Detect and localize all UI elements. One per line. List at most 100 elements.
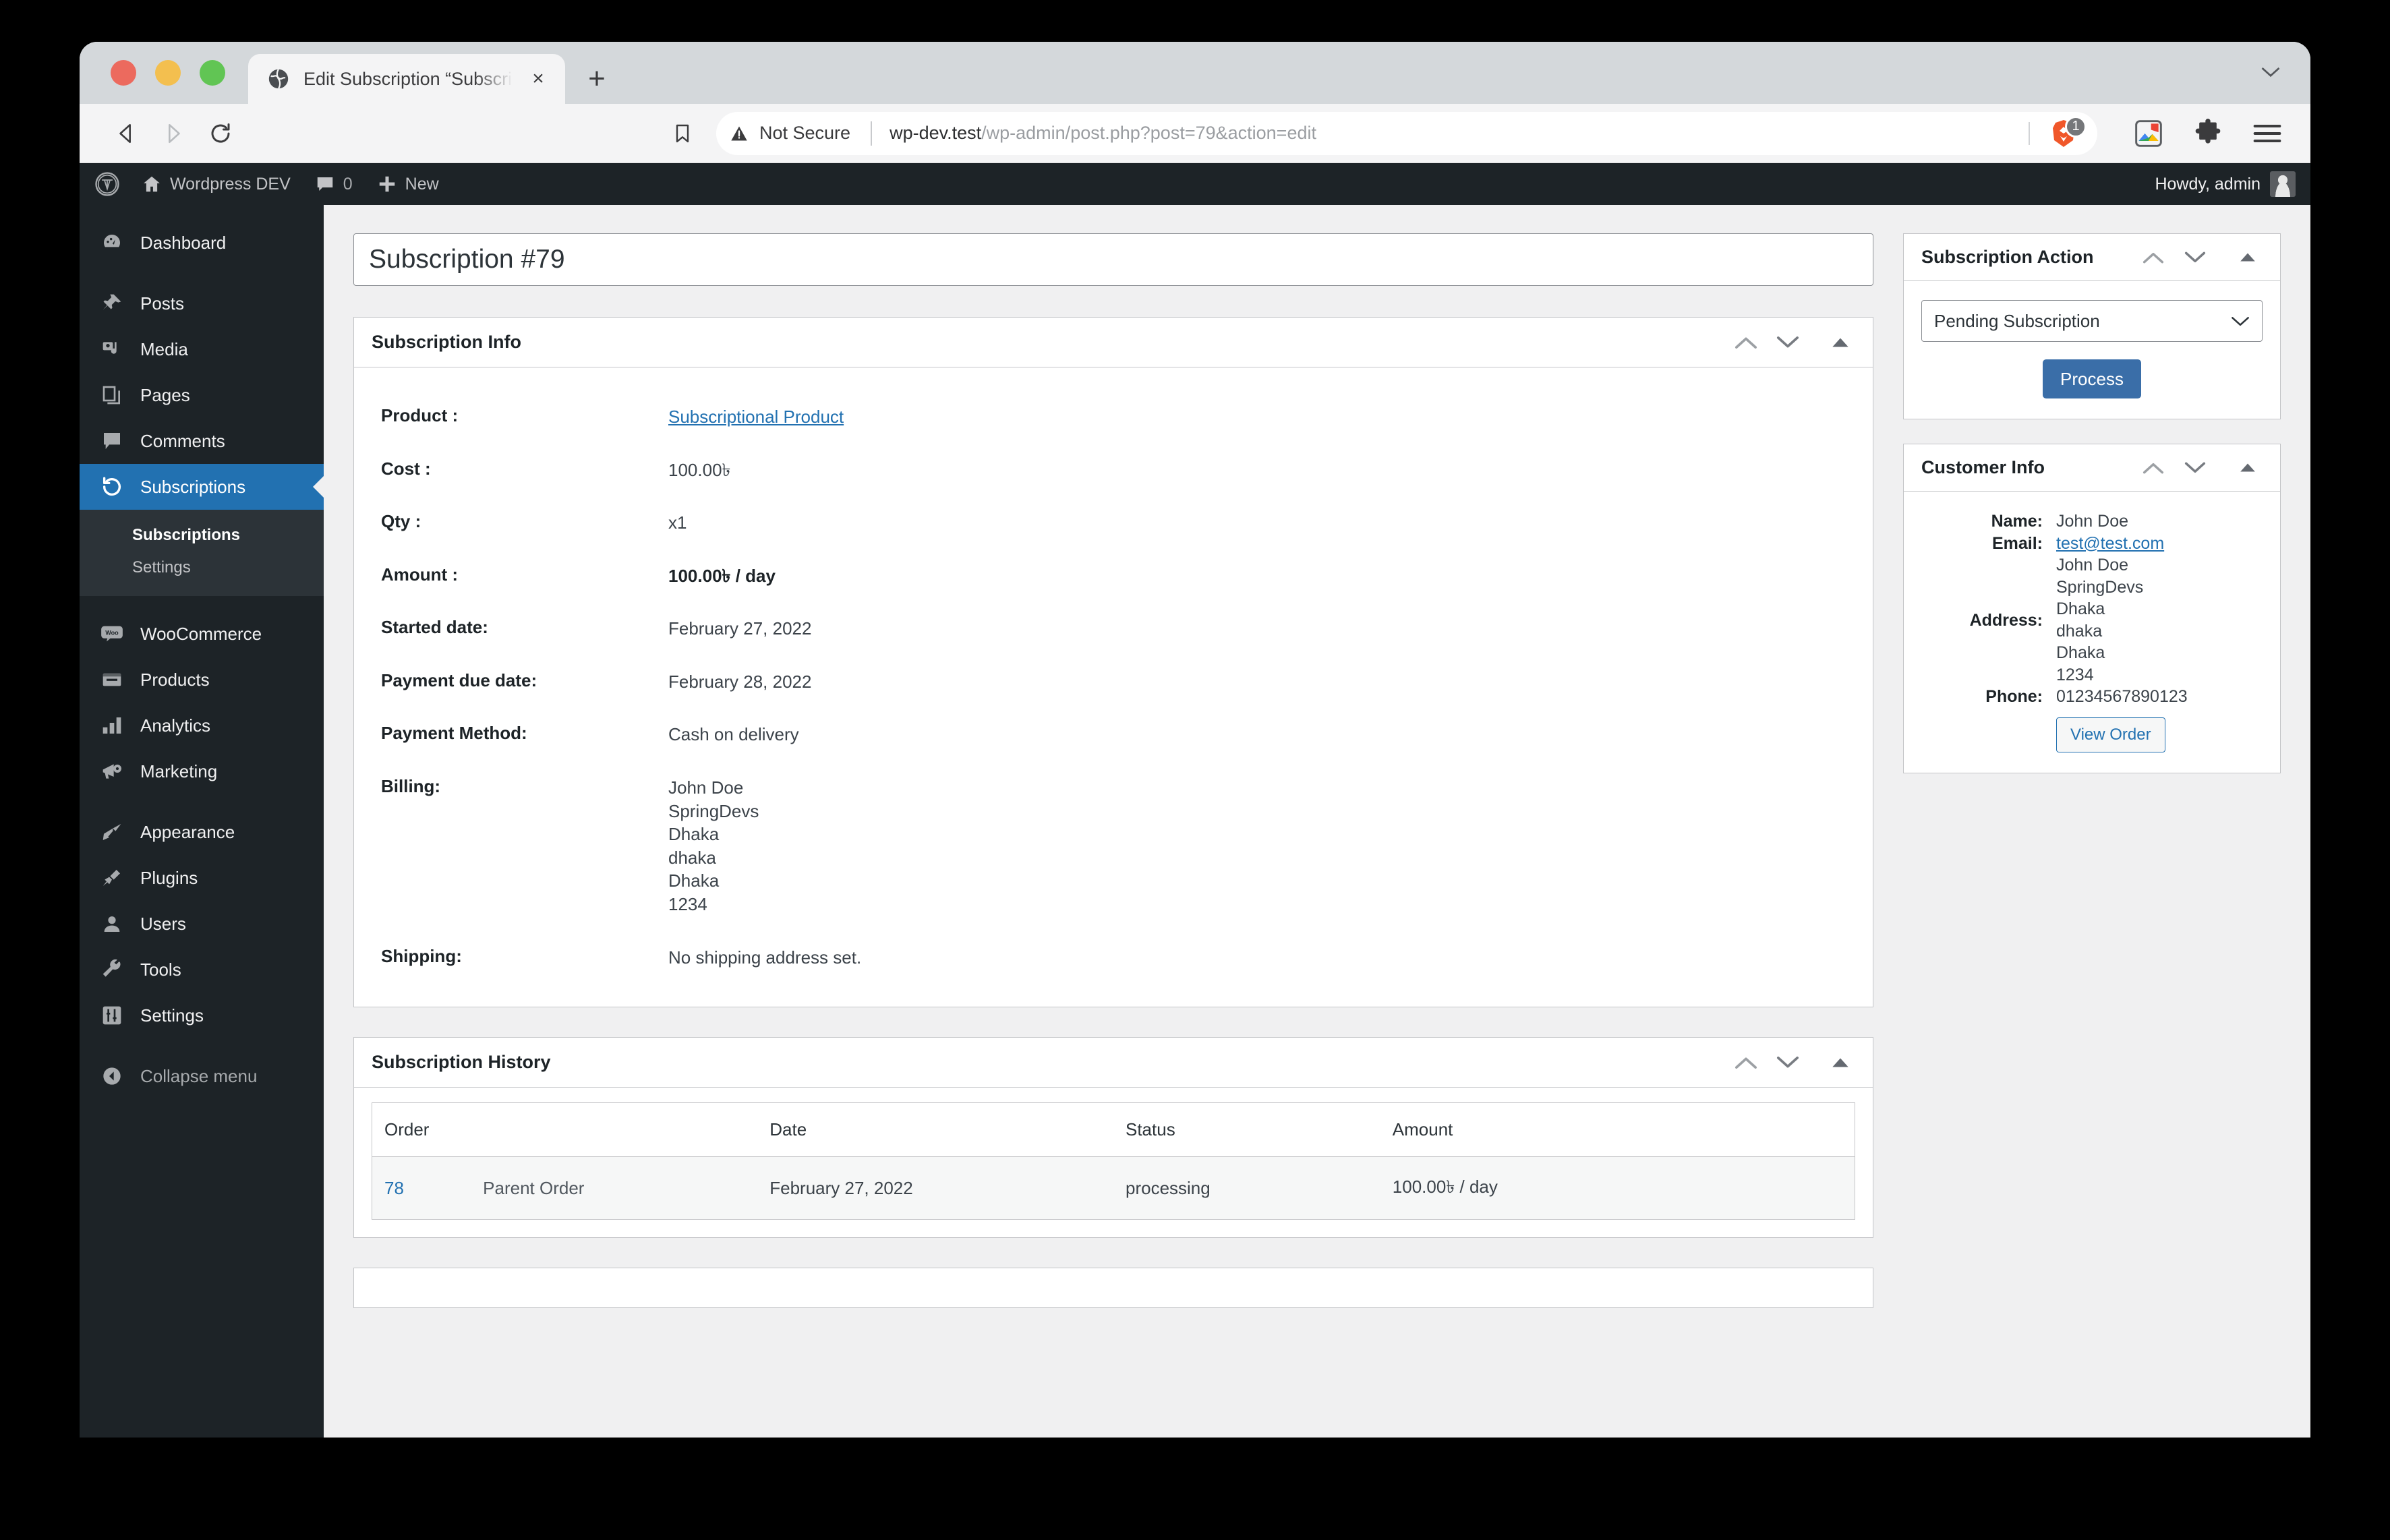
product-link[interactable]: Subscriptional Product [668,405,844,429]
move-down-icon[interactable] [2176,449,2214,487]
update-icon [98,475,125,498]
shield-count-badge: 1 [2065,115,2087,138]
sidebar-item-woocommerce[interactable]: Woo WooCommerce [80,611,324,657]
close-tab-icon[interactable]: × [526,67,550,91]
process-button[interactable]: Process [2043,359,2141,398]
info-row-started-date: Started date: February 27, 2022 [372,602,1855,655]
table-header-row: Order Date Status Amount [372,1102,1855,1158]
tab-title: Edit Subscription “Subscription [303,68,513,89]
submenu-item-subscriptions[interactable]: Subscriptions [80,519,324,552]
omnibox[interactable]: Not Secure wp-dev.test/wp-admin/post.php… [260,111,2097,155]
back-icon[interactable] [103,110,150,157]
sidebar-item-label: Users [140,913,186,934]
subscription-status-value: Pending Subscription [1934,310,2100,331]
wordpress-logo-menu[interactable] [80,163,129,205]
bookmark-icon[interactable] [672,123,693,144]
minimize-window-button[interactable] [155,60,181,86]
sidebar-item-dashboard[interactable]: Dashboard [80,220,324,266]
sidebar-item-label: Marketing [140,761,218,781]
pin-icon [98,293,125,314]
sidebar-item-pages[interactable]: Pages [80,372,324,418]
menu-group-separator [80,266,324,280]
move-up-icon[interactable] [1727,1044,1765,1082]
sidebar-item-marketing[interactable]: Marketing [80,748,324,794]
billing-address: John Doe SpringDevs Dhaka dhaka Dhaka 12… [668,777,759,914]
sidebar-item-posts[interactable]: Posts [80,280,324,326]
sidebar-item-comments[interactable]: Comments [80,418,324,464]
info-label: Qty : [381,511,421,532]
url-field[interactable]: wp-dev.test/wp-admin/post.php?post=79&ac… [868,111,2018,155]
move-up-icon[interactable] [1727,324,1765,361]
customer-info-panel: Customer Info Name: John Doe Email: test… [1903,444,2281,773]
sidebar-item-tools[interactable]: Tools [80,947,324,993]
site-name-menu[interactable]: Wordpress DEV [129,163,303,205]
sidebar-item-settings[interactable]: Settings [80,993,324,1038]
google-photos-extension-icon[interactable] [2131,116,2166,151]
toggle-panel-icon[interactable] [1821,324,1859,361]
main-column: Subscription #79 Subscription Info Produ… [353,233,1873,1438]
new-content-menu[interactable]: New [365,163,451,205]
move-down-icon[interactable] [1769,1044,1807,1082]
subscription-status-select[interactable]: Pending Subscription [1921,300,2263,342]
info-row-billing: Billing: John Doe SpringDevs Dhaka dhaka… [372,761,1855,930]
comments-menu[interactable]: 0 [303,163,365,205]
move-up-icon[interactable] [2134,239,2172,276]
collapse-menu-button[interactable]: Collapse menu [80,1053,324,1099]
sidebar-item-label: Plugins [140,867,198,888]
toggle-panel-icon[interactable] [2229,449,2267,487]
close-window-button[interactable] [111,60,136,86]
customer-info-grid: Name: John Doe Email: test@test.com Addr… [1921,510,2263,752]
omnibox-pad [2018,111,2029,155]
maximize-window-button[interactable] [200,60,225,86]
browser-tab[interactable]: Edit Subscription “Subscription × [248,54,565,104]
sidebar-item-label: Products [140,669,210,690]
subscription-history-table: Order Date Status Amount 78 Parent Order… [372,1102,1855,1220]
tab-strip-actions [2261,42,2310,104]
customer-address-value: John Doe SpringDevs Dhaka dhaka Dhaka 12… [2056,556,2144,684]
sidebar-item-appearance[interactable]: Appearance [80,809,324,855]
move-down-icon[interactable] [1769,324,1807,361]
security-status[interactable]: Not Secure [716,111,869,155]
new-tab-button[interactable]: + [576,58,618,100]
customer-email-link[interactable]: test@test.com [2056,534,2164,553]
sidebar-item-subscriptions[interactable]: Subscriptions [80,464,324,510]
collapse-icon [98,1065,125,1087]
reload-icon[interactable] [197,110,244,157]
sidebar-item-label: Tools [140,959,181,980]
info-row-product: Product : Subscriptional Product [372,390,1855,444]
post-title-input[interactable]: Subscription #79 [353,233,1873,286]
sidebar-item-label: Dashboard [140,232,227,253]
info-label: Cost : [381,458,431,479]
info-row-payment-method: Payment Method: Cash on delivery [372,708,1855,761]
column-header-status: Status [1113,1102,1380,1158]
menu-group-separator [80,596,324,611]
panel-body: Pending Subscription Process [1904,281,2280,419]
admin-menu: Dashboard Posts Media Pages Comments Sub… [80,205,324,1438]
move-down-icon[interactable] [2176,239,2214,276]
submenu-item-settings[interactable]: Settings [80,552,324,584]
view-order-button[interactable]: View Order [2056,717,2165,752]
menu-top-spacer [80,205,324,220]
plug-icon [98,867,125,889]
toggle-panel-icon[interactable] [2229,239,2267,276]
brave-shields-button[interactable]: 1 [2029,111,2097,155]
info-value: 100.00৳ [668,459,731,480]
tab-list-chevron-down-icon[interactable] [2261,62,2281,92]
sidebar-item-products[interactable]: Products [80,657,324,703]
browser-menu-icon[interactable] [2250,116,2285,151]
order-link[interactable]: 78 [384,1178,404,1198]
analytics-icon [98,715,125,736]
sidebar-item-analytics[interactable]: Analytics [80,703,324,748]
sidebar-item-plugins[interactable]: Plugins [80,855,324,901]
my-account-menu[interactable]: Howdy, admin [2155,171,2310,197]
comments-count: 0 [343,174,353,194]
move-up-icon[interactable] [2134,449,2172,487]
extensions-puzzle-icon[interactable] [2190,116,2225,151]
info-label: Amount : [381,564,459,585]
svg-text:Woo: Woo [105,630,119,636]
avatar [2270,171,2296,197]
chevron-down-icon [2231,311,2250,332]
sidebar-item-media[interactable]: Media [80,326,324,372]
toggle-panel-icon[interactable] [1821,1044,1859,1082]
sidebar-item-users[interactable]: Users [80,901,324,947]
